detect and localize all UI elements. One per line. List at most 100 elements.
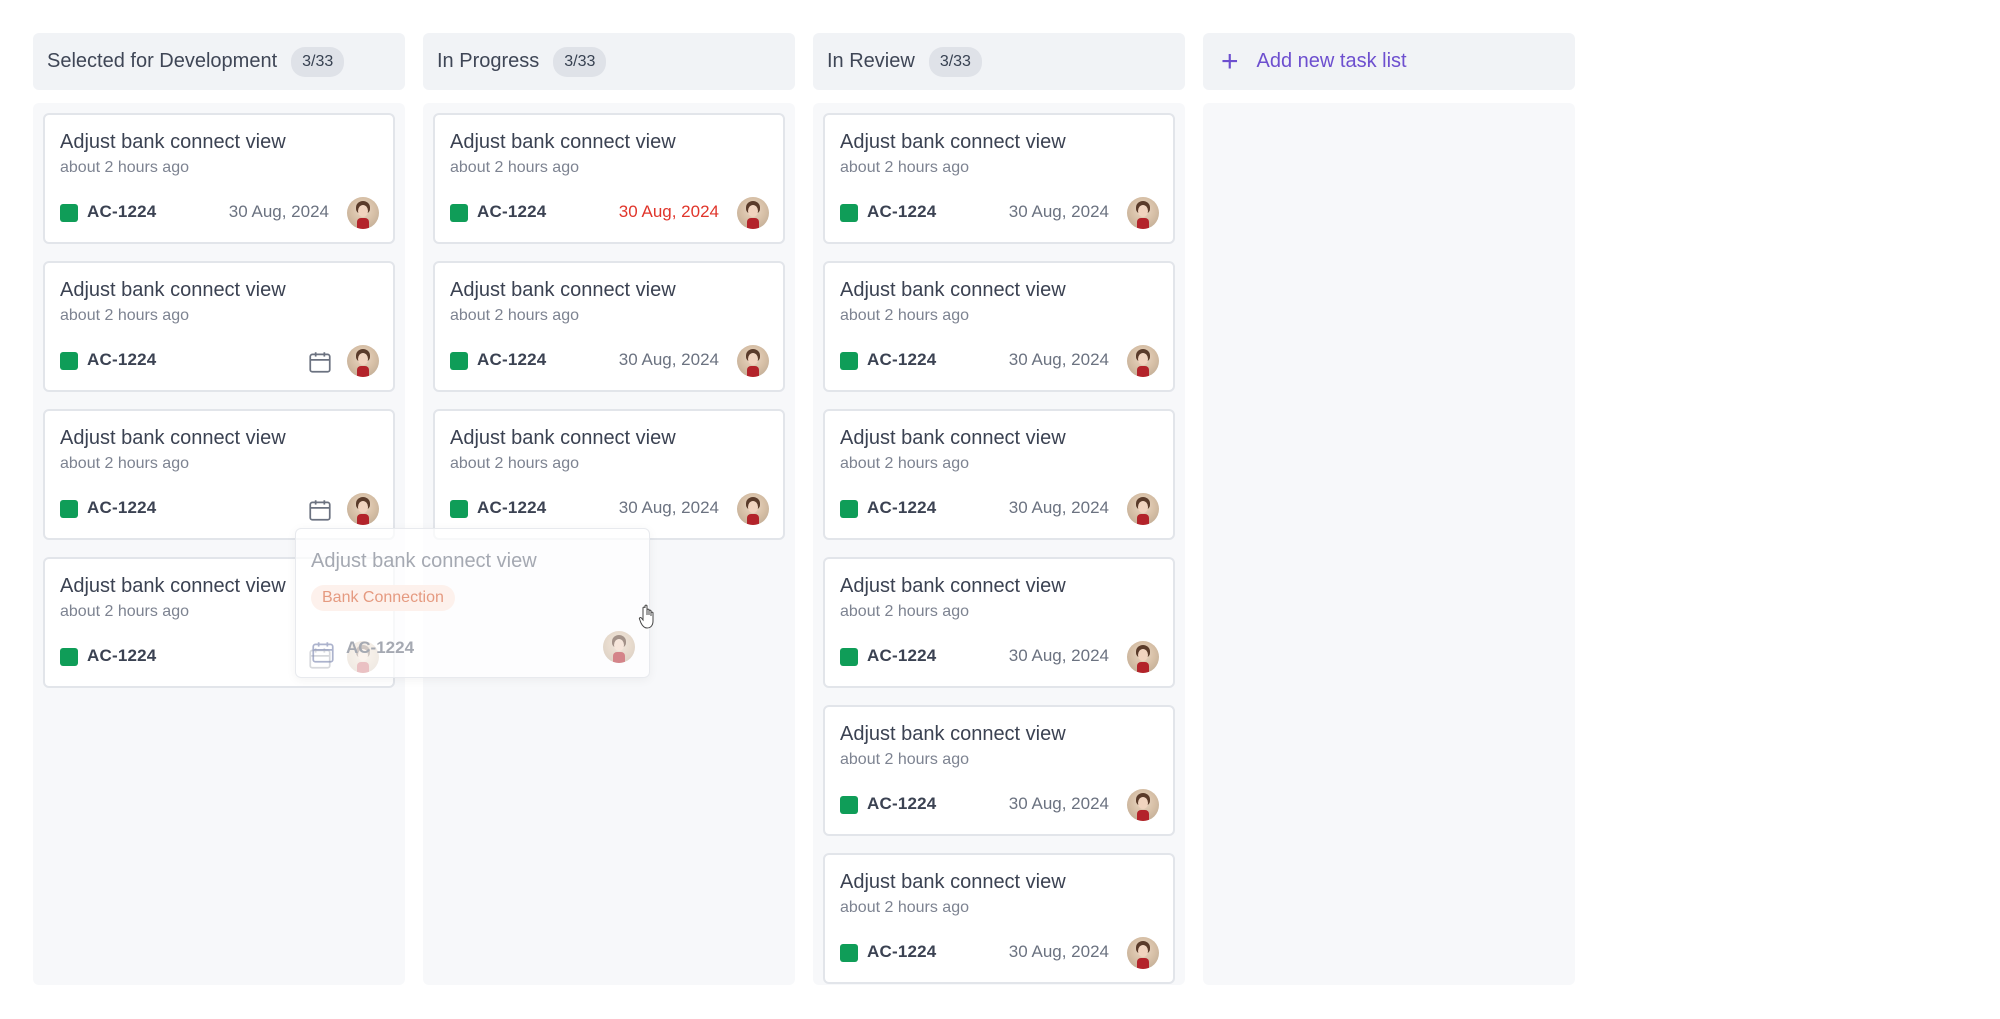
card-timestamp: about 2 hours ago (60, 603, 189, 620)
assignee-avatar[interactable] (1127, 641, 1159, 673)
card-id: AC-1224 (867, 350, 937, 369)
card-id: AC-1224 (867, 794, 937, 813)
card-timestamp: about 2 hours ago (450, 455, 579, 472)
column-header-in-progress[interactable]: In Progress 3/33 (423, 33, 795, 90)
card-timestamp: about 2 hours ago (840, 307, 969, 324)
project-tag-icon (840, 352, 858, 370)
task-card[interactable]: Adjust bank connect view about 2 hours a… (823, 557, 1175, 688)
card-title: Adjust bank connect view (60, 131, 286, 153)
project-tag-icon (840, 796, 858, 814)
task-card[interactable]: Adjust bank connect view about 2 hours a… (433, 113, 785, 244)
label-badge: Bank Connection (311, 585, 455, 611)
assignee-avatar[interactable] (1127, 493, 1159, 525)
due-date: 30 Aug, 2024 (1008, 794, 1109, 813)
kanban-board: Selected for Development 3/33 Adjust ban… (33, 33, 1575, 985)
assignee-avatar[interactable] (737, 345, 769, 377)
card-title: Adjust bank connect view (60, 427, 286, 449)
project-tag-icon (60, 648, 78, 666)
assignee-avatar[interactable] (1127, 937, 1159, 969)
task-card[interactable]: Adjust bank connect view about 2 hours a… (433, 409, 785, 540)
project-tag-icon (840, 648, 858, 666)
task-card[interactable]: Adjust bank connect view about 2 hours a… (823, 113, 1175, 244)
assignee-avatar[interactable] (1127, 789, 1159, 821)
card-id: AC-1224 (867, 498, 937, 517)
column-header-selected-for-development[interactable]: Selected for Development 3/33 (33, 33, 405, 90)
add-task-list-label: Add new task list (1256, 50, 1407, 72)
card-title: Adjust bank connect view (450, 131, 676, 153)
due-date: 30 Aug, 2024 (228, 202, 329, 221)
count-badge: 3/33 (928, 46, 982, 77)
count-badge: 3/33 (553, 46, 607, 77)
card-title: Adjust bank connect view (60, 575, 286, 597)
due-date: 30 Aug, 2024 (1008, 350, 1109, 369)
task-card[interactable]: Adjust bank connect view about 2 hours a… (43, 261, 395, 392)
calendar-icon[interactable] (307, 349, 333, 375)
task-card[interactable]: Adjust bank connect view about 2 hours a… (823, 261, 1175, 392)
due-date: 30 Aug, 2024 (618, 350, 719, 369)
card-title: Adjust bank connect view (311, 550, 537, 572)
column-header-in-review[interactable]: In Review 3/33 (813, 33, 1185, 90)
card-title: Adjust bank connect view (60, 279, 286, 301)
project-tag-icon (840, 500, 858, 518)
due-date: 30 Aug, 2024 (1008, 646, 1109, 665)
assignee-avatar[interactable] (347, 345, 379, 377)
assignee-avatar (603, 631, 635, 663)
assignee-avatar[interactable] (1127, 197, 1159, 229)
assignee-avatar[interactable] (737, 493, 769, 525)
card-id: AC-1224 (87, 350, 157, 369)
due-date: 30 Aug, 2024 (618, 498, 719, 517)
card-timestamp: about 2 hours ago (450, 307, 579, 324)
column-in-review: Adjust bank connect view about 2 hours a… (813, 103, 1185, 985)
add-task-list-button[interactable]: + Add new task list (1203, 33, 1575, 90)
card-title: Adjust bank connect view (450, 279, 676, 301)
card-timestamp: about 2 hours ago (840, 751, 969, 768)
card-id: AC-1224 (87, 646, 157, 665)
project-tag-icon (60, 500, 78, 518)
calendar-icon[interactable] (307, 497, 333, 523)
grab-cursor-icon (638, 604, 654, 629)
task-card[interactable]: Adjust bank connect view about 2 hours a… (43, 409, 395, 540)
column-title: Selected for Development (47, 50, 278, 72)
card-id: AC-1224 (867, 942, 937, 961)
card-timestamp: about 2 hours ago (60, 159, 189, 176)
plus-icon: + (1221, 44, 1239, 78)
card-id: AC-1224 (477, 202, 547, 221)
assignee-avatar[interactable] (1127, 345, 1159, 377)
project-tag-icon (450, 352, 468, 370)
task-card[interactable]: Adjust bank connect view about 2 hours a… (823, 409, 1175, 540)
column-title: In Progress (437, 50, 540, 72)
card-title: Adjust bank connect view (840, 279, 1066, 301)
card-id: AC-1224 (346, 638, 415, 657)
task-card[interactable]: Adjust bank connect view about 2 hours a… (43, 113, 395, 244)
card-timestamp: about 2 hours ago (840, 455, 969, 472)
new-list-drop-area (1203, 103, 1575, 985)
card-title: Adjust bank connect view (840, 131, 1066, 153)
card-title: Adjust bank connect view (450, 427, 676, 449)
assignee-avatar[interactable] (347, 197, 379, 229)
project-tag-icon (60, 204, 78, 222)
card-id: AC-1224 (477, 350, 547, 369)
project-tag-icon (60, 352, 78, 370)
assignee-avatar[interactable] (347, 493, 379, 525)
card-timestamp: about 2 hours ago (840, 603, 969, 620)
task-card[interactable]: Adjust bank connect view about 2 hours a… (433, 261, 785, 392)
project-tag-icon (450, 204, 468, 222)
task-card[interactable]: Adjust bank connect view about 2 hours a… (823, 705, 1175, 836)
card-title: Adjust bank connect view (840, 871, 1066, 893)
card-timestamp: about 2 hours ago (60, 307, 189, 324)
dragging-card[interactable]: Adjust bank connect view Bank Connection… (295, 528, 650, 678)
card-id: AC-1224 (87, 498, 157, 517)
task-card[interactable]: Adjust bank connect view about 2 hours a… (823, 853, 1175, 984)
due-date: 30 Aug, 2024 (1008, 942, 1109, 961)
card-timestamp: about 2 hours ago (60, 455, 189, 472)
card-timestamp: about 2 hours ago (840, 899, 969, 916)
card-id: AC-1224 (867, 202, 937, 221)
due-date: 30 Aug, 2024 (1008, 498, 1109, 517)
card-id: AC-1224 (867, 646, 937, 665)
card-title: Adjust bank connect view (840, 575, 1066, 597)
project-tag-icon (840, 944, 858, 962)
card-id: AC-1224 (87, 202, 157, 221)
due-date: 30 Aug, 2024 (1008, 202, 1109, 221)
assignee-avatar[interactable] (737, 197, 769, 229)
card-timestamp: about 2 hours ago (840, 159, 969, 176)
